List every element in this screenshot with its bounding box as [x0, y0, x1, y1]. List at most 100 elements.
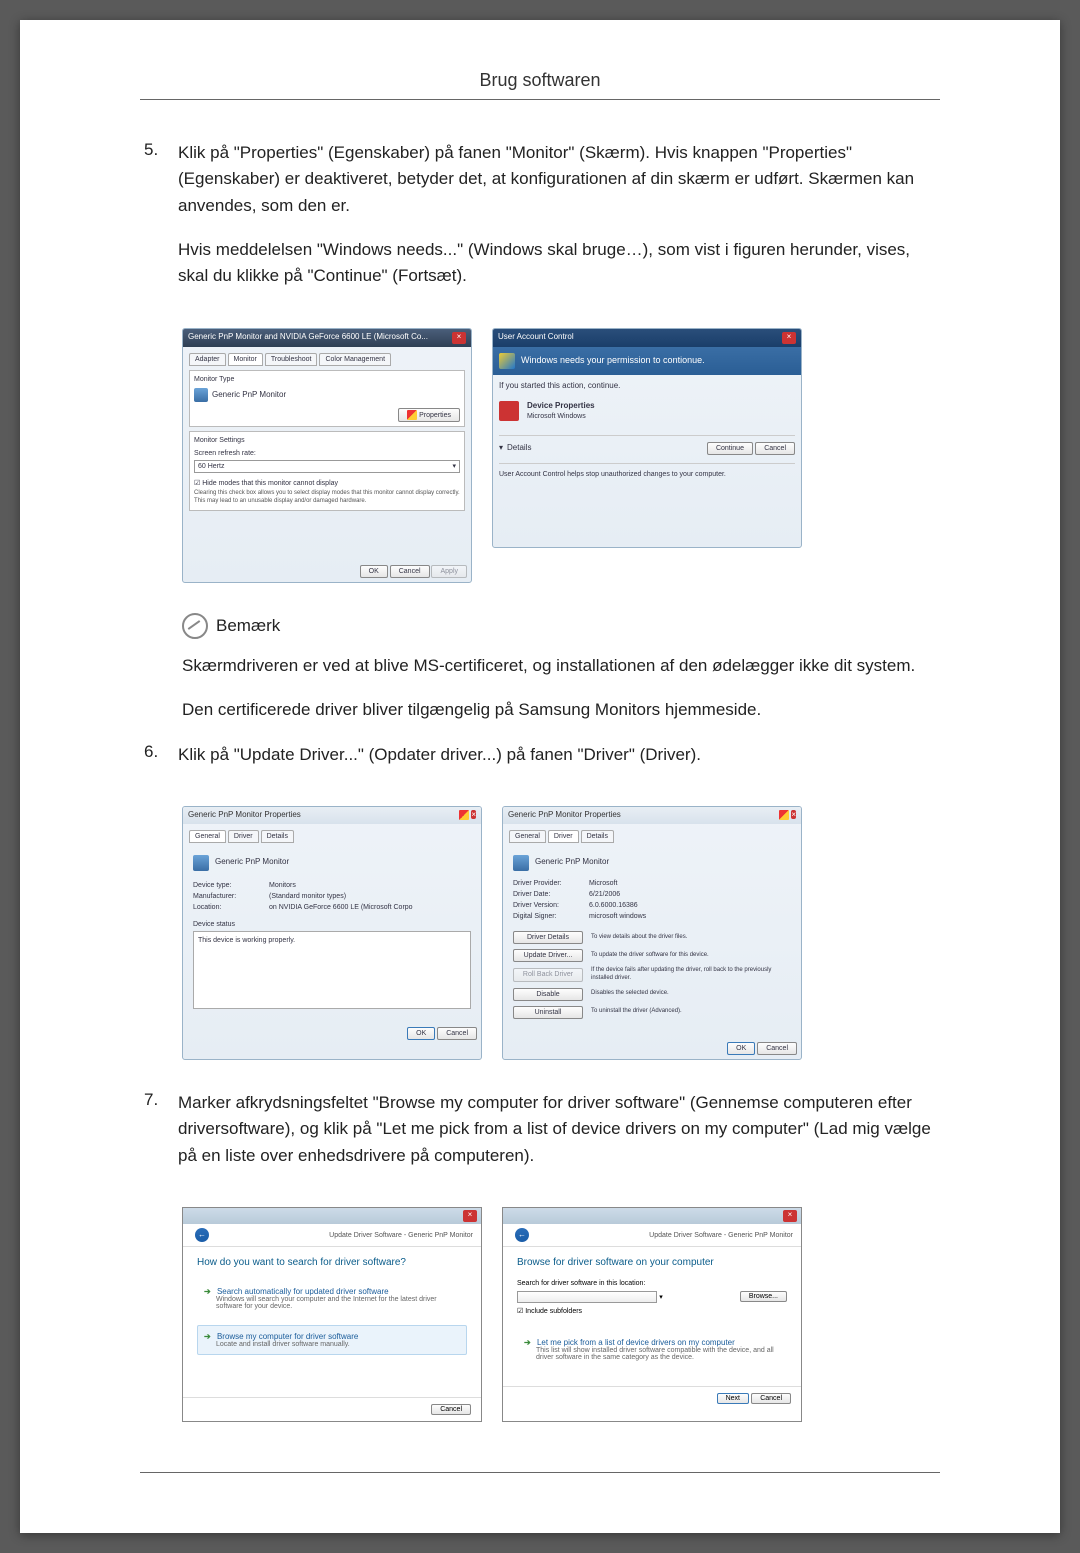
tab-driver[interactable]: Driver: [228, 830, 259, 843]
breadcrumb: Update Driver Software - Generic PnP Mon…: [329, 1232, 473, 1239]
close-icon[interactable]: ×: [463, 1210, 477, 1222]
tab-color-mgmt[interactable]: Color Management: [319, 353, 391, 366]
close-icon[interactable]: ×: [791, 810, 796, 819]
disable-button[interactable]: Disable: [513, 988, 583, 1001]
details-expand[interactable]: ▾ Details: [499, 443, 531, 453]
tab-details[interactable]: Details: [581, 830, 614, 843]
props-general-dialog: Generic PnP Monitor Properties × General…: [182, 806, 482, 1060]
location-value: on NVIDIA GeForce 6600 LE (Microsoft Cor…: [269, 903, 413, 912]
properties-button[interactable]: Properties: [398, 408, 460, 422]
step5-paragraph-2: Hvis meddelelsen "Windows needs..." (Win…: [178, 237, 940, 290]
tab-general[interactable]: General: [509, 830, 546, 843]
back-icon[interactable]: ←: [515, 1228, 529, 1242]
option-pick-from-list[interactable]: ➔ Let me pick from a list of device driv…: [517, 1331, 787, 1368]
monitor-name: Generic PnP Monitor: [212, 390, 286, 400]
monitor-type-label: Monitor Type: [194, 375, 460, 384]
dialog-title-text: Generic PnP Monitor Properties: [508, 810, 621, 821]
manufacturer-label: Manufacturer:: [193, 892, 263, 901]
apply-button[interactable]: Apply: [431, 565, 467, 578]
tab-general[interactable]: General: [189, 830, 226, 843]
page-title: Brug softwaren: [140, 70, 940, 91]
option-browse-computer[interactable]: ➔ Browse my computer for driver software…: [197, 1325, 467, 1355]
uac-footer-text: User Account Control helps stop unauthor…: [499, 463, 795, 479]
monitor-settings-label: Monitor Settings: [194, 436, 460, 445]
wizard-body: How do you want to search for driver sof…: [183, 1247, 481, 1397]
header-rule: [140, 99, 940, 100]
close-icon[interactable]: ×: [471, 810, 476, 819]
location-label: Location:: [193, 903, 263, 912]
tab-driver[interactable]: Driver: [548, 830, 579, 843]
note-paragraph-2: Den certificerede driver bliver tilgænge…: [182, 697, 940, 723]
manufacturer-value: (Standard monitor types): [269, 892, 346, 901]
shield-icon: [499, 353, 515, 369]
close-icon[interactable]: ×: [452, 332, 466, 344]
cancel-button[interactable]: Cancel: [751, 1393, 791, 1404]
refresh-rate-select[interactable]: 60 Hertz▾: [194, 460, 460, 473]
browse-button[interactable]: Browse...: [740, 1291, 787, 1302]
hide-modes-checkbox[interactable]: ☑ Hide modes that this monitor cannot di…: [194, 479, 460, 488]
refresh-rate-label: Screen refresh rate:: [194, 449, 460, 458]
disable-desc: Disables the selected device.: [591, 990, 791, 998]
update-driver-button[interactable]: Update Driver...: [513, 949, 583, 962]
wizard-heading: Browse for driver software on your compu…: [517, 1257, 787, 1268]
monitor-type-section: Monitor Type Generic PnP Monitor Propert…: [189, 370, 465, 427]
monitor-icon: [193, 855, 209, 871]
dialog-footer: OK Cancel Apply: [183, 561, 471, 582]
step-number: 6.: [140, 742, 178, 786]
cancel-button[interactable]: Cancel: [757, 1042, 797, 1055]
dialog-footer: OK Cancel: [183, 1023, 481, 1044]
close-icon[interactable]: ×: [783, 1210, 797, 1222]
update-driver-wizard-1: × ← Update Driver Software - Generic PnP…: [182, 1207, 482, 1422]
shield-icon: [407, 410, 417, 420]
monitor-name-label: Generic PnP Monitor: [215, 857, 289, 867]
step-number: 7.: [140, 1090, 178, 1187]
ok-button[interactable]: OK: [727, 1042, 755, 1055]
uninstall-button[interactable]: Uninstall: [513, 1006, 583, 1019]
search-location-label: Search for driver software in this locat…: [517, 1280, 787, 1287]
cancel-button[interactable]: Cancel: [437, 1027, 477, 1040]
option-search-auto[interactable]: ➔ Search automatically for updated drive…: [197, 1280, 467, 1317]
ok-button[interactable]: OK: [407, 1027, 435, 1040]
close-icon[interactable]: ×: [782, 332, 796, 344]
screenshot-row-1: Generic PnP Monitor and NVIDIA GeForce 6…: [182, 328, 940, 583]
footer-rule: [140, 1472, 940, 1473]
breadcrumb: Update Driver Software - Generic PnP Mon…: [649, 1232, 793, 1239]
continue-button[interactable]: Continue: [707, 442, 753, 455]
tab-troubleshoot[interactable]: Troubleshoot: [265, 353, 318, 366]
tab-adapter[interactable]: Adapter: [189, 353, 226, 366]
monitor-icon: [194, 388, 208, 402]
cancel-button[interactable]: Cancel: [390, 565, 430, 578]
tab-row: General Driver Details: [509, 830, 795, 843]
cancel-button[interactable]: Cancel: [431, 1404, 471, 1415]
tab-monitor[interactable]: Monitor: [228, 353, 263, 366]
date-value: 6/21/2006: [589, 890, 620, 899]
location-input[interactable]: [517, 1291, 657, 1303]
driver-details-button[interactable]: Driver Details: [513, 931, 583, 944]
step6-paragraph-1: Klik på "Update Driver..." (Opdater driv…: [178, 742, 940, 768]
device-status-label: Device status: [193, 920, 471, 929]
next-button[interactable]: Next: [717, 1393, 749, 1404]
step-body: Klik på "Properties" (Egenskaber) på fan…: [178, 140, 940, 308]
tab-details[interactable]: Details: [261, 830, 294, 843]
ok-button[interactable]: OK: [360, 565, 388, 578]
back-icon[interactable]: ←: [195, 1228, 209, 1242]
props-driver-dialog: Generic PnP Monitor Properties × General…: [502, 806, 802, 1060]
cancel-button[interactable]: Cancel: [755, 442, 795, 455]
wizard-body: Browse for driver software on your compu…: [503, 1247, 801, 1386]
uac-title-text: User Account Control: [498, 332, 574, 344]
shield-icon: [779, 810, 789, 820]
step7-paragraph-1: Marker afkrydsningsfeltet "Browse my com…: [178, 1090, 940, 1169]
step-body: Klik på "Update Driver..." (Opdater driv…: [178, 742, 940, 786]
driver-details-desc: To view details about the driver files.: [591, 934, 791, 942]
program-icon: [499, 401, 519, 421]
monitor-icon: [513, 855, 529, 871]
uac-titlebar: User Account Control ×: [493, 329, 801, 347]
dialog-titlebar: Generic PnP Monitor and NVIDIA GeForce 6…: [183, 329, 471, 347]
chevron-down-icon: ▾: [499, 443, 503, 453]
include-subfolders-checkbox[interactable]: ☑ Include subfolders: [517, 1307, 787, 1315]
tab-row: Adapter Monitor Troubleshoot Color Manag…: [189, 353, 465, 366]
rollback-driver-button[interactable]: Roll Back Driver: [513, 968, 583, 981]
dialog-body: Adapter Monitor Troubleshoot Color Manag…: [183, 347, 471, 561]
screenshot-row-3: × ← Update Driver Software - Generic PnP…: [182, 1207, 940, 1422]
dialog-titlebar: Generic PnP Monitor Properties ×: [503, 807, 801, 824]
